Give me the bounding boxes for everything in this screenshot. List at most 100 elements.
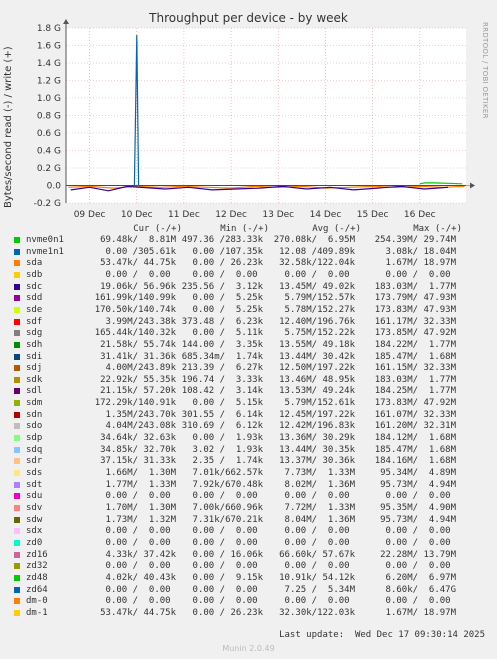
legend-value-max: 1.67M/ 18.97M	[374, 258, 456, 269]
legend-row: sdh 21.58k/ 55.74k 144.00 / 3.35k 13.55M/ …	[0, 340, 497, 351]
munin-version: Munin 2.0.49	[222, 644, 275, 653]
x-tick-label: 12 Dec	[215, 210, 247, 220]
legend-value-min: 0.00 / 0.00	[181, 596, 263, 607]
legend-value-avg: 10.91k/ 54.12k	[273, 572, 355, 583]
legend-value-avg: 5.75M/152.22k	[273, 328, 355, 339]
legend-swatch	[14, 365, 20, 372]
legend-value-avg: 13.45M/ 49.02k	[273, 281, 355, 292]
legend-value-avg: 12.50M/197.22k	[273, 363, 355, 374]
legend-value-avg: 0.00 / 0.00	[273, 561, 355, 572]
legend-value-avg: 0.00 / 0.00	[273, 537, 355, 548]
legend-value-max: 173.79M/ 47.93M	[374, 293, 456, 304]
legend-series-name: dm-0	[26, 596, 48, 607]
legend-series-name: sdt	[26, 479, 43, 490]
y-tick-label: 0.6 G	[37, 129, 61, 139]
legend-row: sdj 4.00M/243.89k 213.39 / 6.27k 12.50M/1…	[0, 363, 497, 374]
legend-value-max: 95.73M/ 4.94M	[374, 479, 456, 490]
legend-value-avg: 13.44M/ 30.35k	[273, 444, 355, 455]
legend-column-header: Min (-/+)	[220, 224, 269, 234]
legend-value-avg: 32.58k/122.04k	[279, 258, 355, 269]
x-tick-label: 13 Dec	[262, 210, 294, 220]
x-tick-label: 10 Dec	[121, 210, 153, 220]
legend-value-cur: 34.85k/ 32.70k	[100, 444, 176, 455]
legend-value-min: 0.00 / 16.06k	[181, 549, 263, 560]
legend-value-min: 213.39 / 6.27k	[181, 363, 263, 374]
legend-value-min: 0.00 / 26.23k	[181, 607, 263, 618]
legend-value-cur: 0.00 /305.61k	[100, 246, 176, 257]
legend-swatch	[14, 598, 20, 605]
y-axis-arrow	[63, 19, 69, 24]
legend-series-name: nvme1n1	[26, 246, 64, 257]
legend-value-max: 161.07M/ 32.33M	[374, 409, 456, 420]
legend-value-min: 196.74 / 3.33k	[181, 374, 263, 385]
legend-swatch	[14, 318, 20, 325]
legend-value-cur: 0.00 / 0.00	[100, 269, 176, 280]
legend-value-min: 3.02 / 1.93k	[181, 444, 263, 455]
legend-swatch	[14, 574, 20, 581]
legend-value-avg: 0.00 / 0.00	[273, 491, 355, 502]
legend-row: sdl 21.15k/ 57.20k 108.42 / 3.14k 13.53M/ …	[0, 386, 497, 397]
y-tick-label: 0.2 G	[37, 164, 61, 174]
legend-value-min: 0.00 / 5.25k	[181, 293, 263, 304]
legend-row: dm-1 53.47k/ 44.75k 0.00 / 26.23k 32.30k/1…	[0, 608, 497, 619]
legend-series-name: sdi	[26, 351, 43, 362]
legend-swatch	[14, 400, 20, 407]
legend-value-cur: 37.15k/ 31.33k	[100, 456, 176, 467]
legend-swatch	[14, 306, 20, 313]
legend-row: zd0 0.00 / 0.00 0.00 / 0.00 0.00 / 0.00 …	[0, 538, 497, 549]
legend-value-min: 0.00 / 0.00	[181, 526, 263, 537]
legend-row: sdn 1.35M/243.70k 301.55 / 6.14k 12.45M/1…	[0, 410, 497, 421]
legend-row: sdb 0.00 / 0.00 0.00 / 0.00 0.00 / 0.00 …	[0, 270, 497, 281]
legend-value-max: 183.03M/ 1.77M	[374, 374, 456, 385]
legend-value-cur: 22.92k/ 55.35k	[100, 374, 176, 385]
legend-value-max: 0.00 / 0.00	[374, 596, 456, 607]
legend-value-max: 173.85M/ 47.92M	[374, 328, 456, 339]
legend-row: sdt 1.77M/ 1.33M 7.92k/670.48k 8.02M/ 1.…	[0, 480, 497, 491]
legend-swatch	[14, 504, 20, 511]
y-tick-label: 1.4 G	[37, 59, 61, 69]
legend-swatch	[14, 563, 20, 570]
legend-value-cur: 53.47k/ 44.75k	[100, 607, 176, 618]
legend-value-cur: 69.48k/ 8.81M	[100, 235, 176, 245]
legend-value-cur: 4.33k/ 37.42k	[94, 549, 176, 560]
legend-value-cur: 53.47k/ 44.75k	[100, 258, 176, 269]
legend-row: sdo 4.04M/243.08k 310.69 / 6.12k 12.42M/1…	[0, 421, 497, 432]
legend-series-name: sda	[26, 258, 43, 269]
legend-value-cur: 21.58k/ 55.74k	[100, 339, 176, 350]
legend-swatch	[14, 411, 20, 418]
legend-row: sdq 34.85k/ 32.70k 3.02 / 1.93k 13.44M/ 3…	[0, 445, 497, 456]
legend-value-min: 0.00 /107.35k	[181, 246, 263, 257]
legend-value-min: 0.00 / 5.15k	[181, 398, 263, 409]
legend-row: sdi 31.41k/ 31.36k 685.34m/ 1.74k 13.44M/ …	[0, 352, 497, 363]
legend-series-name: sdc	[26, 281, 43, 292]
legend-row: sds 1.66M/ 1.30M 7.01k/662.57k 7.73M/ 1.…	[0, 468, 497, 479]
legend-value-cur: 0.00 / 0.00	[94, 561, 176, 572]
legend-value-cur: 0.00 / 0.00	[94, 596, 176, 607]
legend-row: zd64 0.00 / 0.00 0.00 / 0.00 7.25 / 5.34…	[0, 585, 497, 596]
legend-value-avg: 13.44M/ 30.42k	[273, 351, 355, 362]
legend-value-max: 161.15M/ 32.33M	[374, 363, 456, 374]
x-tick-label: 11 Dec	[168, 210, 200, 220]
legend-value-max: 254.39M/ 29.74M	[374, 235, 456, 245]
legend-series-name: nvme0n1	[26, 235, 64, 245]
legend-value-cur: 31.41k/ 31.36k	[100, 351, 176, 362]
legend-value-min: 301.55 / 6.14k	[181, 409, 263, 420]
legend-value-max: 173.83M/ 47.92M	[374, 398, 456, 409]
legend-swatch	[14, 470, 20, 476]
x-tick-label: 14 Dec	[310, 210, 342, 220]
legend-value-cur: 172.29k/140.91k	[94, 398, 176, 409]
legend-value-max: 184.25M/ 1.77M	[374, 386, 456, 397]
legend-swatch	[14, 481, 20, 488]
y-tick-label: 1.0 G	[37, 94, 61, 104]
legend-swatch	[14, 609, 20, 616]
legend-series-name: sdg	[26, 328, 43, 339]
plot-area: 1.8 G 1.6 G 1.4 G 1.2 G 1.0 G 0.8 G 0.6 G 0.4 G…	[34, 19, 475, 220]
legend-series-name: zd0	[26, 537, 43, 548]
legend-series-name: sdb	[26, 269, 43, 280]
legend-series-name: sdx	[26, 526, 43, 537]
legend-value-avg: 5.79M/152.61k	[273, 398, 355, 409]
legend-value-max: 185.47M/ 1.68M	[374, 351, 456, 362]
legend-value-avg: 270.08k/ 6.95M	[273, 235, 355, 245]
legend-value-min: 0.00 / 0.00	[181, 491, 263, 502]
legend-value-min: 108.42 / 3.14k	[181, 386, 263, 397]
